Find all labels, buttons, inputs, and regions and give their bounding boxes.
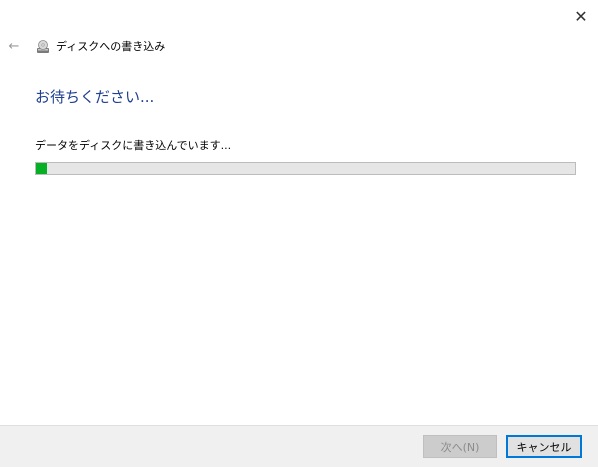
cancel-button[interactable]: キャンセル bbox=[506, 435, 582, 458]
back-arrow-icon: ← bbox=[8, 38, 20, 54]
next-button[interactable]: 次へ(N) bbox=[423, 435, 497, 458]
page-heading: お待ちください... bbox=[35, 88, 155, 106]
status-text: データをディスクに書き込んでいます... bbox=[35, 139, 232, 152]
progress-bar bbox=[35, 162, 576, 175]
back-button[interactable]: ← bbox=[6, 38, 22, 54]
wizard-title: ディスクへの書き込み bbox=[56, 40, 166, 53]
wizard-header: ← ディスクへの書き込み bbox=[6, 36, 166, 56]
close-button[interactable]: ✕ bbox=[568, 4, 594, 28]
close-icon: ✕ bbox=[574, 6, 588, 26]
progress-bar-fill bbox=[36, 163, 47, 174]
disc-burner-icon bbox=[36, 39, 50, 53]
footer-bar: 次へ(N) キャンセル bbox=[0, 425, 598, 467]
